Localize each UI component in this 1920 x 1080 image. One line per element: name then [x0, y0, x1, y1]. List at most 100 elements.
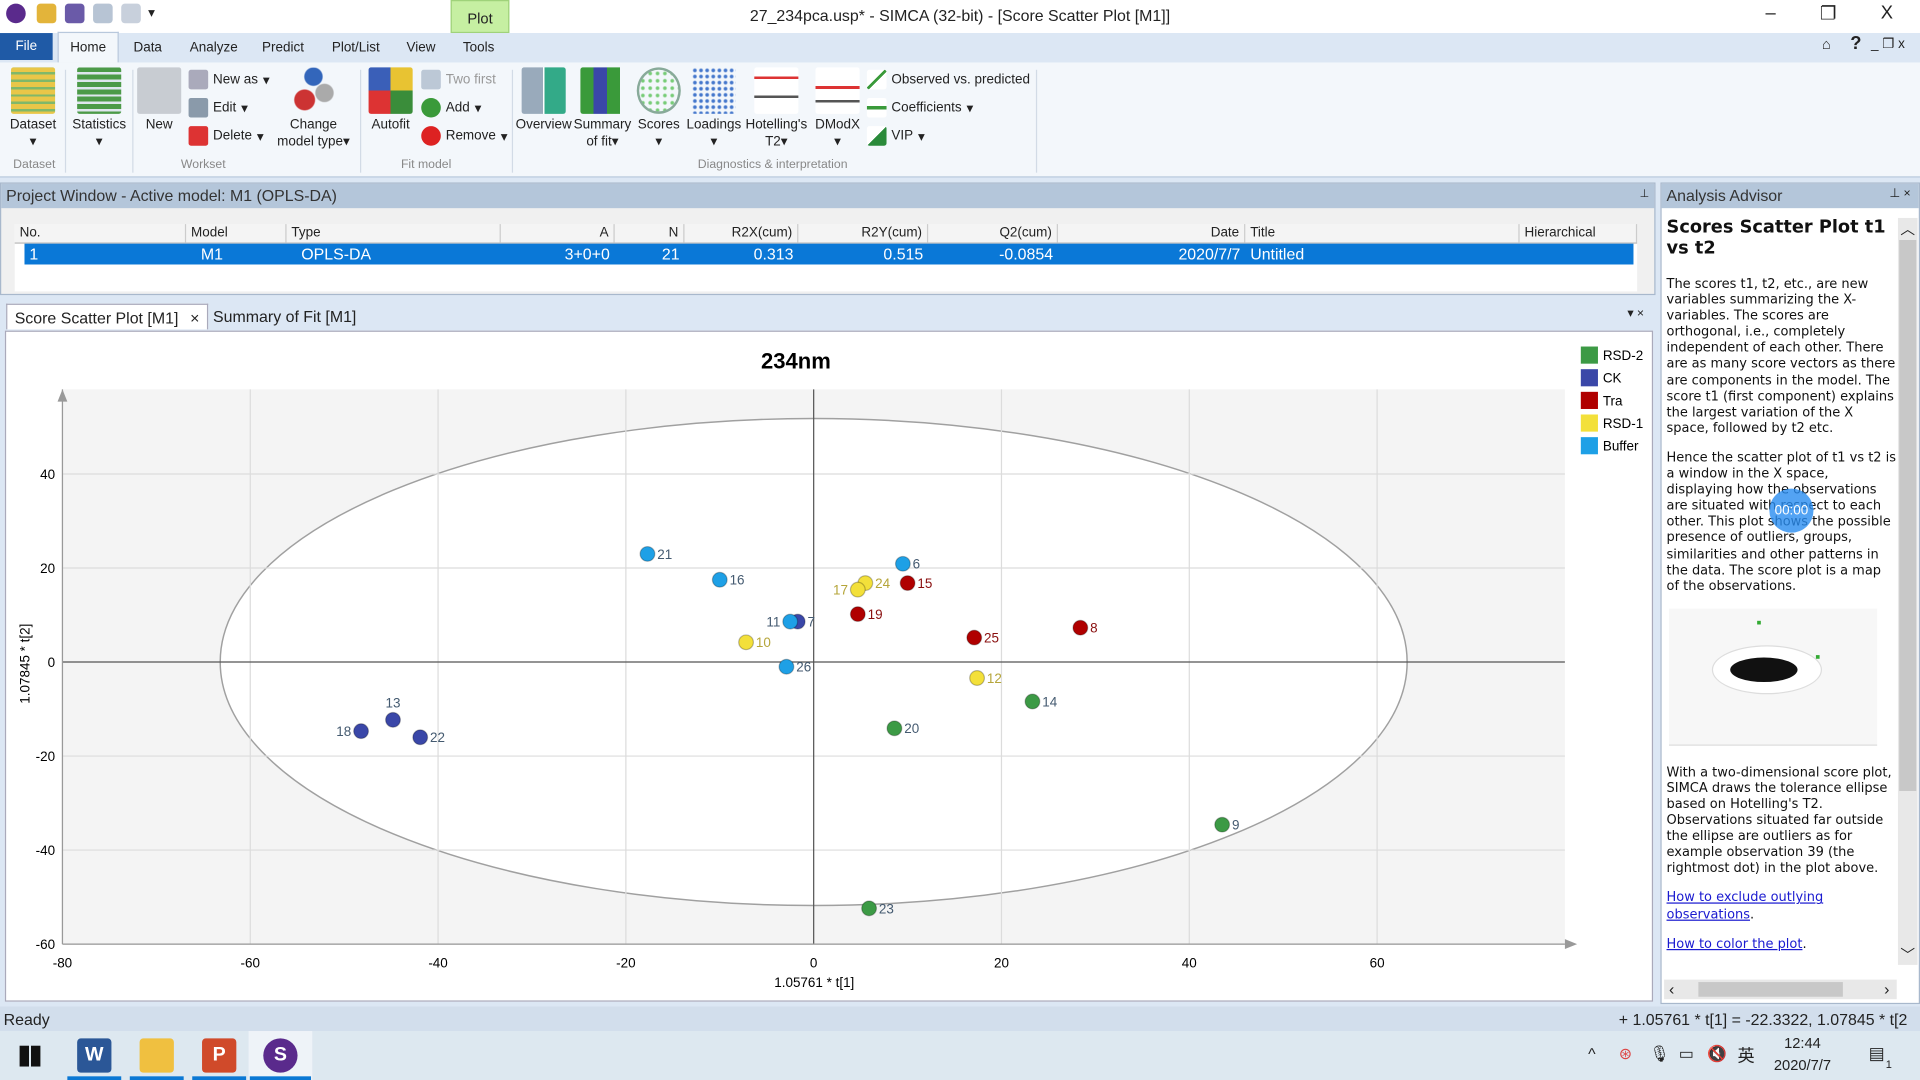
tray-overflow-icon[interactable]: ^: [1588, 1044, 1595, 1062]
advisor-pin-close-icon[interactable]: ⊥ ×: [1889, 187, 1910, 200]
data-point-label: 16: [730, 573, 745, 588]
tray-app-icon[interactable]: ⊛: [1619, 1044, 1632, 1064]
x-axis-arrow: [1564, 939, 1578, 949]
x-tick-label: 60: [1370, 955, 1385, 970]
advisor-content: Scores Scatter Plot t1 vs t2 The scores …: [1666, 217, 1897, 951]
data-point-label: 13: [386, 696, 401, 711]
example-score-plot-image: [1668, 608, 1878, 746]
y-tick-label: 0: [48, 655, 55, 670]
data-point: [894, 555, 911, 572]
powerpoint-icon[interactable]: P: [202, 1038, 237, 1073]
notification-icon[interactable]: ▤: [1869, 1043, 1885, 1064]
advisor-title: Analysis Advisor: [1661, 183, 1919, 209]
data-point: [1214, 816, 1231, 833]
legend-entry: Tra: [1603, 393, 1623, 408]
data-point: [1024, 693, 1041, 710]
legend-swatch: [1580, 437, 1598, 455]
volume-muted-icon[interactable]: 🔇: [1707, 1044, 1727, 1064]
data-point: [738, 634, 755, 651]
x-tick-label: 0: [810, 955, 817, 970]
data-point-label: 25: [984, 630, 999, 645]
x-tick-label: -80: [53, 955, 72, 970]
data-point-label: 12: [987, 671, 1002, 686]
data-point: [778, 658, 795, 675]
data-point-label: 22: [430, 730, 445, 745]
data-point: [782, 613, 799, 630]
x-tick-label: 20: [994, 955, 1009, 970]
y-tick-label: -40: [36, 843, 55, 858]
legend-swatch: [1580, 369, 1598, 387]
scroll-left-icon[interactable]: ‹: [1669, 980, 1674, 998]
legend-entry: CK: [1603, 371, 1622, 386]
data-point: [899, 575, 916, 592]
legend-swatch: [1580, 414, 1598, 432]
data-point: [969, 670, 986, 686]
data-point-label: 8: [1090, 621, 1097, 636]
hscroll-thumb[interactable]: [1698, 982, 1843, 997]
cursor-coordinates: + 1.05761 * t[1] = -22.3322, 1.07845 * t…: [1618, 1010, 1908, 1029]
horizontal-scrollbar[interactable]: ‹ ›: [1664, 979, 1897, 1000]
data-point-label: 10: [756, 635, 771, 650]
vertical-scrollbar[interactable]: ︿ ﹀: [1897, 217, 1918, 965]
x-tick-label: 40: [1182, 955, 1197, 970]
file-explorer-icon[interactable]: [139, 1038, 174, 1073]
word-icon[interactable]: W: [77, 1038, 112, 1073]
scroll-up-icon[interactable]: ︿: [1898, 218, 1918, 239]
advisor-paragraph: With a two-dimensional score plot, SIMCA…: [1666, 765, 1892, 876]
data-point-label: 24: [875, 576, 890, 591]
data-point-label: 14: [1042, 694, 1057, 709]
scroll-right-icon[interactable]: ›: [1884, 980, 1889, 998]
recording-timer-overlay: 00:00: [1769, 488, 1814, 533]
status-text: Ready: [3, 1010, 50, 1029]
exclude-outliers-link[interactable]: How to exclude outlying observations: [1667, 891, 1824, 922]
legend-entry: RSD-1: [1603, 416, 1643, 431]
legend-entry: Buffer: [1603, 439, 1639, 454]
data-point-label: 6: [913, 557, 920, 572]
x-tick-label: -40: [428, 955, 447, 970]
y-tick-label: 20: [40, 561, 55, 576]
analysis-advisor-panel: Analysis Advisor ⊥ × Scores Scatter Plot…: [1660, 182, 1920, 1005]
data-point: [886, 720, 903, 737]
clock-date[interactable]: 2020/7/7: [1763, 1057, 1841, 1074]
simca-window: ▾ 27_234pca.usp* - SIMCA (32-bit) - [Sco…: [0, 0, 1920, 1080]
legend-entry: RSD-2: [1603, 348, 1643, 363]
data-point-label: 17: [833, 583, 848, 598]
start-icon[interactable]: [19, 1045, 41, 1067]
data-point-label: 26: [796, 660, 811, 675]
running-indicator: [129, 1076, 184, 1080]
y-tick-label: 40: [40, 467, 55, 482]
legend-swatch: [1580, 346, 1598, 364]
data-point: [966, 629, 983, 646]
data-point: [849, 581, 866, 598]
scrollbar-thumb[interactable]: [1899, 240, 1917, 792]
legend-swatch: [1580, 391, 1598, 409]
data-point: [385, 711, 401, 728]
score-scatter-chart[interactable]: 234nm 1.05761 * t[1] 1.07845 * t[2] -80 -…: [0, 0, 1920, 1080]
data-point-label: 7: [808, 615, 815, 630]
simca-icon[interactable]: S: [263, 1038, 298, 1073]
microphone-icon[interactable]: 🎙: [1649, 1044, 1669, 1064]
y-tick-label: -60: [36, 937, 55, 952]
data-point: [412, 729, 429, 746]
data-point: [849, 606, 866, 623]
data-point: [861, 900, 878, 917]
advisor-paragraph: The scores t1, t2, etc., are new variabl…: [1666, 276, 1896, 436]
x-tick-label: -20: [616, 955, 635, 970]
scroll-down-icon[interactable]: ﹀: [1898, 944, 1918, 965]
running-indicator: [67, 1076, 122, 1080]
color-plot-link[interactable]: How to color the plot: [1667, 936, 1803, 951]
data-point: [1072, 619, 1089, 636]
data-point: [711, 571, 728, 588]
ime-indicator[interactable]: 英: [1738, 1043, 1755, 1067]
data-point: [639, 545, 656, 562]
data-point: [353, 723, 370, 740]
running-indicator: [249, 1076, 312, 1080]
clock-time[interactable]: 12:44: [1763, 1035, 1841, 1052]
running-indicator: [192, 1076, 247, 1080]
data-point-label: 18: [336, 724, 351, 739]
data-point-label: 11: [766, 615, 780, 630]
data-point-label: 20: [904, 721, 919, 736]
data-point-label: 9: [1232, 818, 1239, 833]
notification-count: 1: [1885, 1057, 1892, 1071]
battery-icon[interactable]: ▭: [1679, 1044, 1694, 1064]
